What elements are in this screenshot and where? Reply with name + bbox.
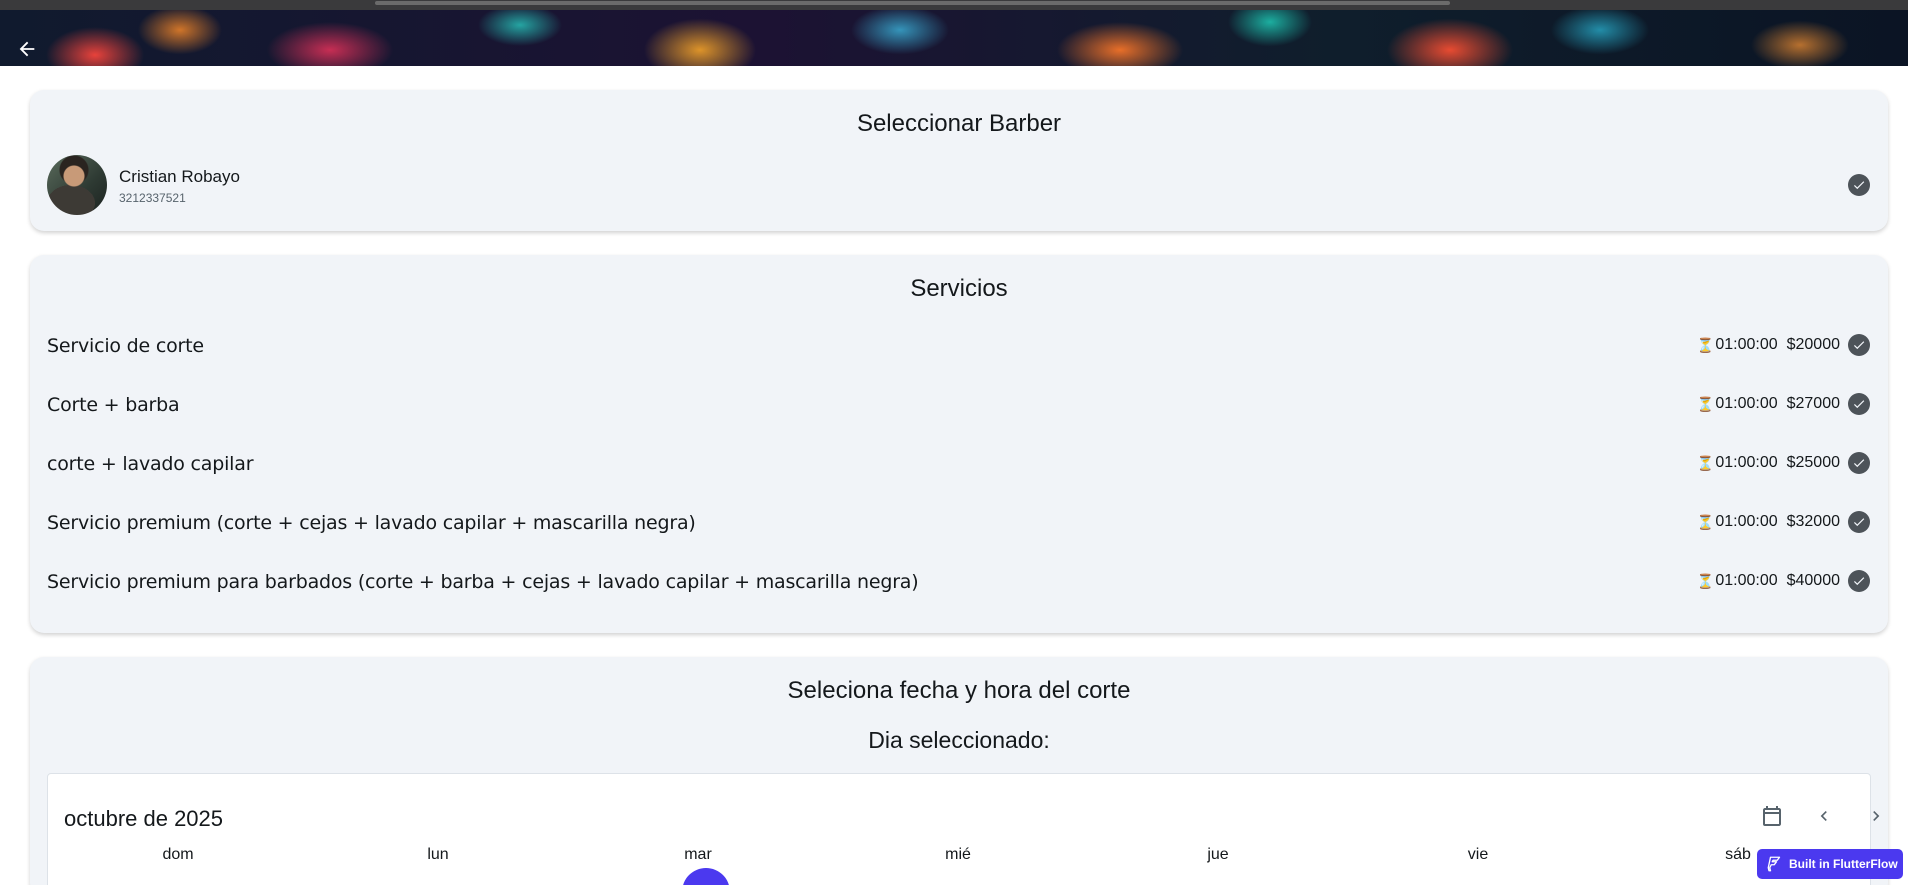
check-circle-icon[interactable] xyxy=(1848,511,1870,533)
weekday-label: mar xyxy=(684,846,712,863)
check-circle-icon[interactable] xyxy=(1848,393,1870,415)
service-meta: ⏳ 01:00:00 $20000 xyxy=(1697,336,1840,354)
service-price: $20000 xyxy=(1786,336,1840,353)
hourglass-icon: ⏳ xyxy=(1696,336,1715,353)
date-card: Seleciona fecha y hora del corte Dia sel… xyxy=(30,657,1888,885)
service-meta: ⏳ 01:00:00 $32000 xyxy=(1697,513,1840,531)
calendar-weekdays: dom lun mar mié jue vie sáb xyxy=(48,846,1870,866)
hourglass-icon: ⏳ xyxy=(1696,513,1715,530)
service-name: Corte + barba xyxy=(47,394,180,416)
service-name: Servicio premium (corte + cejas + lavado… xyxy=(47,512,696,534)
calendar-month-label: octubre de 2025 xyxy=(64,806,224,831)
service-meta: ⏳ 01:00:00 $27000 xyxy=(1697,395,1840,413)
flutterflow-icon xyxy=(1767,856,1781,872)
header-banner xyxy=(0,10,1908,66)
service-meta: ⏳ 01:00:00 $25000 xyxy=(1697,454,1840,472)
barber-item[interactable]: Cristian Robayo 3212337521 xyxy=(47,155,1870,217)
services-section-title: Servicios xyxy=(910,275,1008,302)
barber-card: Seleccionar Barber Cristian Robayo 32123… xyxy=(30,90,1888,231)
service-item[interactable]: corte + lavado capilar ⏳ 01:00:00 $25000 xyxy=(47,443,1870,483)
service-price: $40000 xyxy=(1786,572,1840,589)
check-circle-icon[interactable] xyxy=(1848,334,1870,356)
service-name: corte + lavado capilar xyxy=(47,453,254,475)
service-duration: 01:00:00 xyxy=(1715,395,1778,412)
service-price: $27000 xyxy=(1786,395,1840,412)
back-button[interactable] xyxy=(12,34,42,64)
service-name: Servicio premium para barbados (corte + … xyxy=(47,571,919,593)
calendar: octubre de 2025 dom lun mar mié jue vie sáb xyxy=(47,773,1880,885)
service-meta: ⏳ 01:00:00 $40000 xyxy=(1697,572,1840,590)
weekday-label: lun xyxy=(427,846,449,863)
calendar-icon[interactable] xyxy=(1758,802,1786,830)
chevron-right-icon[interactable] xyxy=(1862,802,1890,830)
avatar xyxy=(47,155,107,215)
service-price: $32000 xyxy=(1786,513,1840,530)
service-item[interactable]: Corte + barba ⏳ 01:00:00 $27000 xyxy=(47,384,1870,424)
check-circle-icon[interactable] xyxy=(1848,174,1870,196)
service-price: $25000 xyxy=(1786,454,1840,471)
service-duration: 01:00:00 xyxy=(1715,336,1778,353)
service-duration: 01:00:00 xyxy=(1715,454,1778,471)
flutterflow-badge-label: Built in FlutterFlow xyxy=(1789,857,1898,871)
hourglass-icon: ⏳ xyxy=(1696,454,1715,471)
scrollbar-thumb[interactable] xyxy=(375,1,1450,5)
date-section-title: Seleciona fecha y hora del corte xyxy=(787,677,1131,704)
barber-phone: 3212337521 xyxy=(119,191,186,205)
weekday-label: jue xyxy=(1207,846,1229,863)
service-item[interactable]: Servicio de corte ⏳ 01:00:00 $20000 xyxy=(47,325,1870,365)
chevron-left-icon[interactable] xyxy=(1810,802,1838,830)
service-duration: 01:00:00 xyxy=(1715,572,1778,589)
check-circle-icon[interactable] xyxy=(1848,452,1870,474)
top-scrollbar[interactable] xyxy=(0,0,1908,10)
weekday-label: mié xyxy=(945,846,971,863)
selected-day-marker[interactable] xyxy=(682,868,730,885)
services-card: Servicios Servicio de corte ⏳ 01:00:00 $200… xyxy=(30,255,1888,633)
weekday-label: vie xyxy=(1467,846,1489,863)
flutterflow-badge[interactable]: Built in FlutterFlow xyxy=(1757,849,1903,879)
service-item[interactable]: Servicio premium para barbados (corte + … xyxy=(47,561,1870,601)
hourglass-icon: ⏳ xyxy=(1696,572,1715,589)
barber-section-title: Seleccionar Barber xyxy=(856,110,1062,137)
check-circle-icon[interactable] xyxy=(1848,570,1870,592)
arrow-left-icon xyxy=(19,41,35,57)
service-name: Servicio de corte xyxy=(47,335,204,357)
selected-day-label: Dia seleccionado: xyxy=(868,727,1050,753)
weekday-label: dom xyxy=(162,846,194,863)
barber-name: Cristian Robayo xyxy=(119,167,240,186)
hourglass-icon: ⏳ xyxy=(1696,395,1715,412)
service-item[interactable]: Servicio premium (corte + cejas + lavado… xyxy=(47,502,1870,542)
service-duration: 01:00:00 xyxy=(1715,513,1778,530)
